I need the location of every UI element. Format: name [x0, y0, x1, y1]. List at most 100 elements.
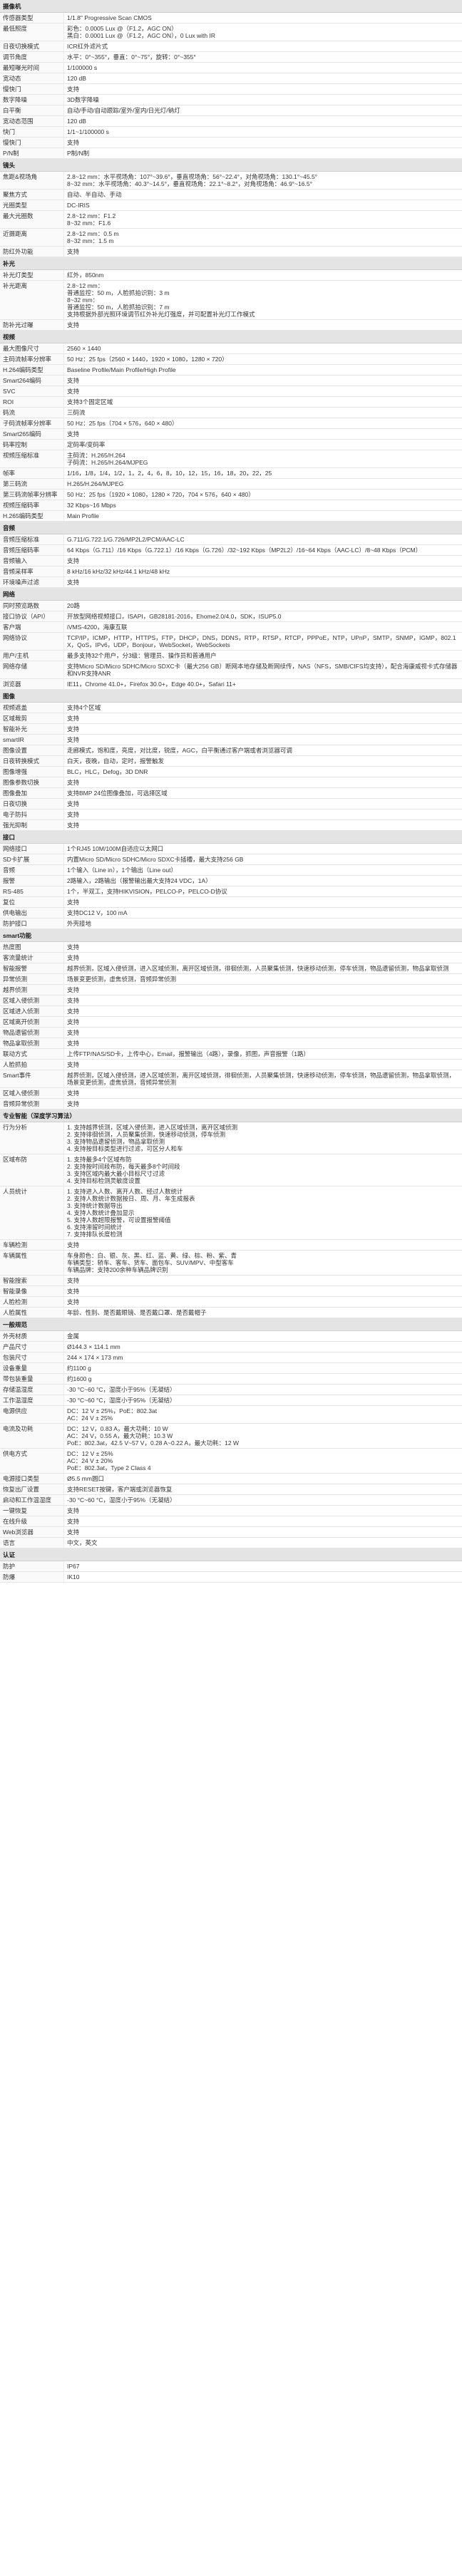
spec-row: 异常侦测 场景变更侦测，虚焦侦测，音频异常侦测	[0, 974, 462, 985]
spec-key: 电源供应	[0, 1406, 64, 1423]
spec-row: 最大光圈数 2.8~12 mm：F1.2 8~32 mm：F1.6	[0, 211, 462, 229]
spec-key: 帧率	[0, 468, 64, 478]
spec-value: 支持Micro SD/Micro SDHC/Micro SDXC卡（最大256 …	[67, 663, 458, 677]
spec-key: 越界侦测	[0, 985, 64, 995]
spec-key: 区域入侵侦测	[0, 1088, 64, 1098]
spec-row: 第三码流帧率分辨率 50 Hz：25 fps（1920 × 1080，1280 ×…	[0, 490, 462, 500]
spec-key: H.264编码类型	[0, 365, 64, 375]
spec-value: 20路	[67, 602, 80, 609]
spec-key: 区域入侵侦测	[0, 995, 64, 1005]
spec-value: 支持	[67, 736, 80, 743]
spec-value: 越界侦测，区域入侵侦测，进入区域侦测，离开区域侦测，徘徊侦测，人员聚集侦测，快速…	[67, 965, 449, 972]
spec-value: 白天，夜晚，自动，定时，报警触发	[67, 757, 165, 765]
spec-value: Ø144.3 × 114.1 mm	[67, 1343, 120, 1350]
spec-value: Baseline Profile/Main Profile/High Profi…	[67, 366, 176, 373]
spec-value: 支持	[67, 248, 80, 255]
spec-key: 区域裁剪	[0, 713, 64, 723]
spec-key: 区域进入侦测	[0, 1006, 64, 1016]
spec-key: Web浏览器	[0, 1527, 64, 1537]
spec-key: 日夜切换	[0, 799, 64, 809]
spec-value: 支持	[67, 321, 80, 329]
spec-key: 语言	[0, 1538, 64, 1548]
spec-value: IE11，Chrome 41.0+，Firefox 30.0+，Edge 40.…	[67, 681, 236, 688]
spec-key: 物品拿取侦测	[0, 1038, 64, 1048]
spec-value: 支持	[67, 139, 80, 146]
spec-key: 第三码流	[0, 479, 64, 489]
spec-value: 120 dB	[67, 118, 86, 125]
section-header: 专业智能（深度学习算法）	[0, 1109, 462, 1122]
spec-value: 1/100000 s	[67, 64, 98, 71]
spec-row: 慢快门 支持	[0, 84, 462, 95]
spec-row: 车辆属性 车身颜色：白、银、灰、黑、红、蓝、黄、绿、棕、粉、紫、青 车辆类型：轿车…	[0, 1251, 462, 1276]
spec-key: 近摄距离	[0, 229, 64, 246]
spec-row: 图像叠加 支持BMP 24位图像叠加，可选择区域	[0, 788, 462, 799]
spec-row: H.264编码类型 Baseline Profile/Main Profile/H…	[0, 365, 462, 376]
spec-row: 区域入侵侦测 支持	[0, 1088, 462, 1099]
spec-key: 人脸属性	[0, 1308, 64, 1318]
spec-key: 电子防抖	[0, 809, 64, 819]
spec-value: 支持	[67, 430, 80, 438]
spec-row: 视频压缩码率 32 Kbps~16 Mbps	[0, 500, 462, 511]
spec-key: 供电方式	[0, 1449, 64, 1473]
spec-row: 智能报警 越界侦测，区域入侵侦测，进入区域侦测，离开区域侦测，徘徊侦测，人员聚集侦…	[0, 963, 462, 974]
spec-key: 第三码流帧率分辨率	[0, 490, 64, 500]
spec-key: 音频输入	[0, 556, 64, 566]
spec-row: 行为分析 1. 支持越界侦测，区域入侵侦测，进入区域侦测，离开区域侦测 2. 支持…	[0, 1122, 462, 1154]
spec-value: 支持	[67, 1018, 80, 1025]
spec-value: 支持	[67, 779, 80, 786]
spec-key: RS-485	[0, 886, 64, 896]
spec-value: 3D数字降噪	[67, 96, 99, 103]
spec-row: 人脸抓拍 支持	[0, 1060, 462, 1070]
spec-value: G.711/G.722.1/G.726/MP2L2/PCM/AAC-LC	[67, 536, 185, 543]
spec-key: 联动方式	[0, 1049, 64, 1059]
spec-key: 音频压缩码率	[0, 545, 64, 555]
spec-value: 1个输入（Line in），1个输出（Line out）	[67, 867, 178, 874]
spec-row: 传感器类型 1/1.8" Progressive Scan CMOS	[0, 13, 462, 24]
spec-row: 帧率 1/16，1/8，1/4，1/2，1，2，4，6，8，10，12，15，16…	[0, 468, 462, 479]
spec-key: 外壳材质	[0, 1331, 64, 1341]
spec-row: P/N制 P制/N制	[0, 148, 462, 159]
spec-row: SVC 支持	[0, 386, 462, 397]
spec-value: 支持	[67, 579, 80, 586]
spec-row: 存储温湿度 -30 °C~60 °C，湿度小于95%（无凝结）	[0, 1385, 462, 1395]
spec-value: 支持	[67, 377, 80, 384]
spec-row: 防护接口 外壳接地	[0, 919, 462, 929]
spec-row: 语言 中文，英文	[0, 1538, 462, 1548]
spec-value: -30 °C~60 °C，湿度小于95%（无凝结）	[67, 1397, 176, 1404]
spec-value: -30 °C~60 °C，湿度小于95%（无凝结）	[67, 1386, 176, 1393]
section-header: 视频	[0, 331, 462, 343]
spec-value: 支持	[67, 1528, 80, 1536]
spec-row: 聚焦方式 自动、半自动、手动	[0, 190, 462, 200]
spec-value: DC-IRIS	[67, 202, 90, 209]
spec-row: 恢复出厂设置 支持RESET按键，客户端或浏览器恢复	[0, 1484, 462, 1495]
spec-value: 支持	[67, 822, 80, 829]
spec-row: 电源供应 DC：12 V ± 25%，PoE：802.3at AC：24 V ± …	[0, 1406, 462, 1424]
spec-value: 越界侦测，区域入侵侦测，进入区域侦测，离开区域侦测，徘徊侦测，人员聚集侦测，快速…	[67, 1072, 456, 1086]
spec-value: 244 × 174 × 173 mm	[67, 1354, 123, 1361]
spec-sheet: 摄像机 传感器类型 1/1.8" Progressive Scan CMOS 最低照度…	[0, 0, 462, 1583]
spec-value: 红外，850nm	[67, 271, 104, 279]
spec-value: 支持BMP 24位图像叠加，可选择区域	[67, 790, 168, 797]
spec-row: 复位 支持	[0, 897, 462, 908]
spec-value: 场景变更侦测，虚焦侦测，音频异常侦测	[67, 976, 177, 983]
spec-value: TCP/IP，ICMP，HTTP，HTTPS，FTP，DHCP，DNS，DDNS…	[67, 634, 456, 648]
spec-row: 浏览器 IE11，Chrome 41.0+，Firefox 30.0+，Edge …	[0, 679, 462, 690]
spec-key: 物品遗留侦测	[0, 1028, 64, 1038]
spec-key: 人员统计	[0, 1186, 64, 1239]
spec-value: H.265/H.264/MJPEG	[67, 480, 124, 487]
spec-key: 快门	[0, 127, 64, 137]
spec-value: P制/N制	[67, 150, 90, 157]
spec-key: 产品尺寸	[0, 1342, 64, 1352]
spec-row: 图像增强 BLC，HLC，Defog，3D DNR	[0, 767, 462, 777]
spec-key: 客户端	[0, 622, 64, 632]
spec-value: 支持RESET按键，客户端或浏览器恢复	[67, 1486, 173, 1493]
spec-row: 音频输入 支持	[0, 556, 462, 567]
spec-value: 支持	[67, 1029, 80, 1036]
spec-value: 水平：0°~355°，垂直：0°~75°，旋转：0°~355°	[67, 53, 196, 61]
spec-value: 1个，半双工，支持HIKVISION，PELCO-P，PELCO-D协议	[67, 888, 227, 895]
spec-value: 120 dB	[67, 75, 86, 82]
spec-value: 彩色：0.0005 Lux @（F1.2，AGC ON） 黑白：0.0001 L…	[67, 25, 215, 39]
spec-row: 最短曝光时间 1/100000 s	[0, 63, 462, 73]
spec-row: 区域入侵侦测 支持	[0, 995, 462, 1006]
spec-key: 异常侦测	[0, 974, 64, 984]
